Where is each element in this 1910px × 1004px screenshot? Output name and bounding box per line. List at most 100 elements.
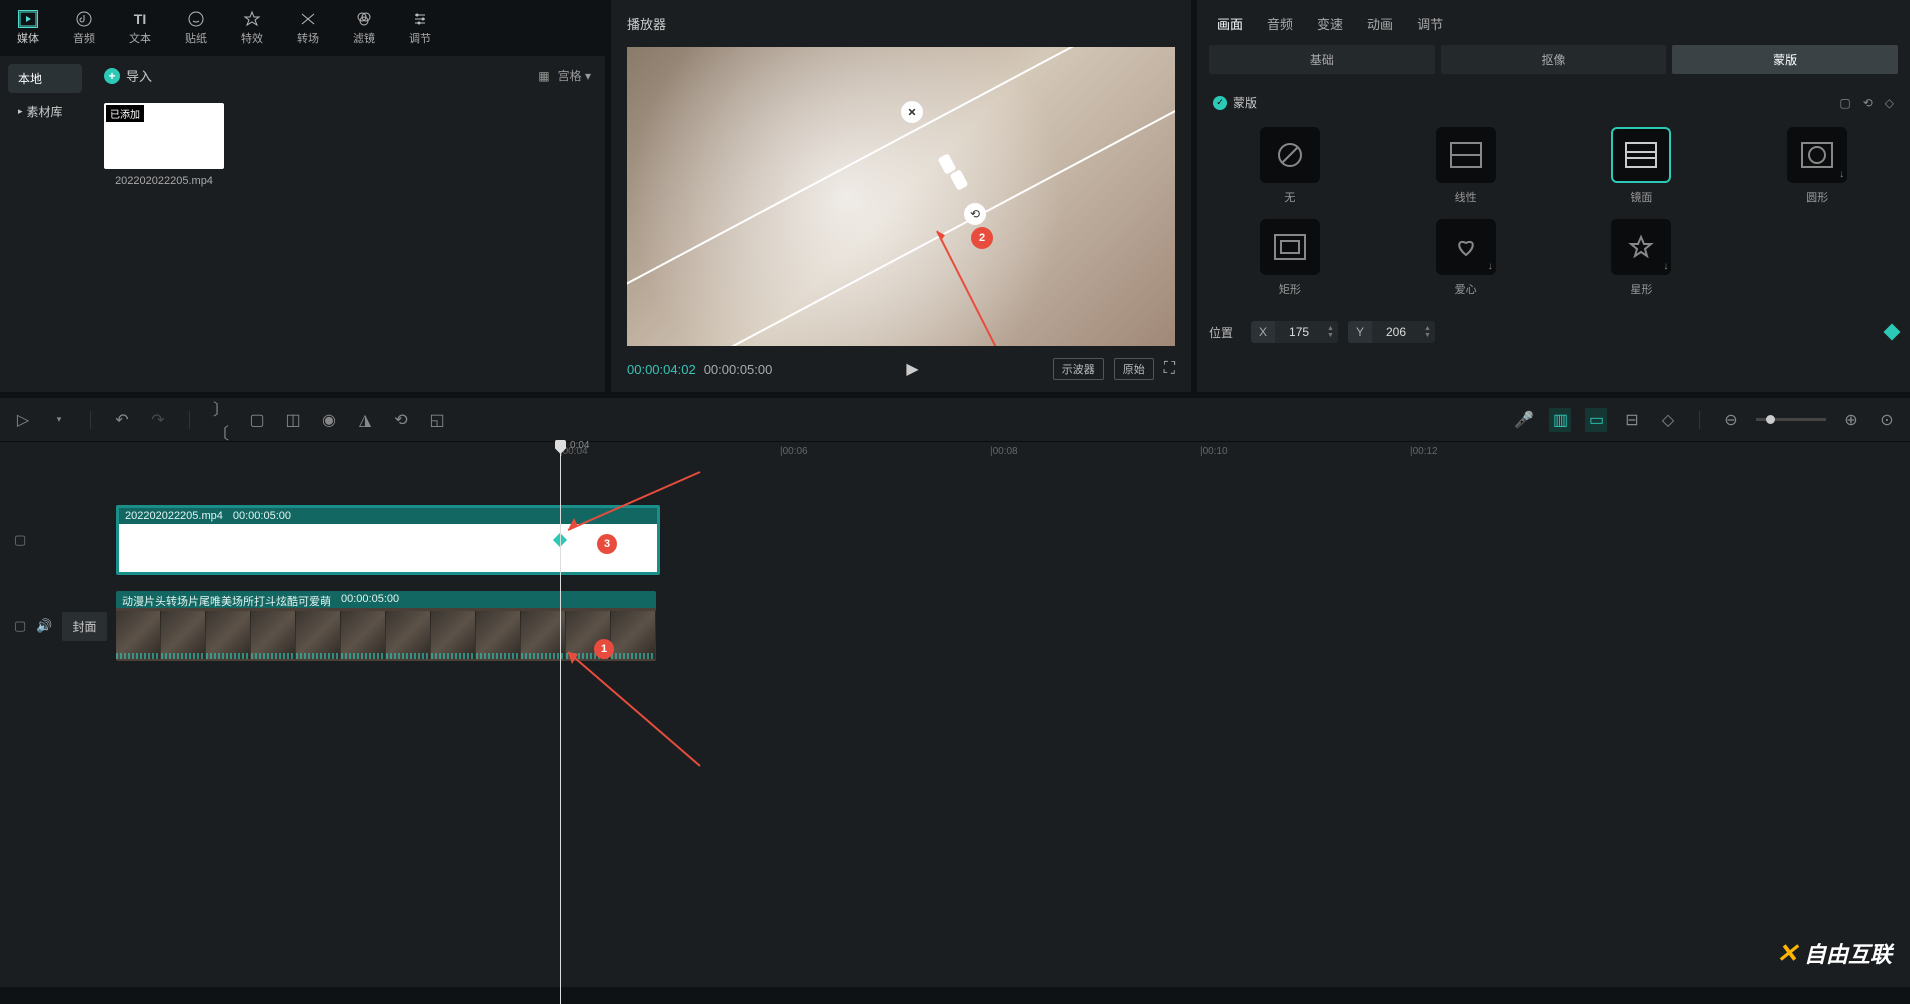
- keyframe-toggle[interactable]: [1884, 324, 1901, 341]
- select-mode-chevron[interactable]: ▾: [48, 414, 70, 425]
- main-clip[interactable]: 动漫片头转场片尾唯美场所打斗炫酷可爱萌 00:00:05:00 1: [116, 591, 656, 661]
- mask-edge-line[interactable]: [627, 47, 1175, 319]
- mask-section-title: 蒙版: [1233, 94, 1257, 111]
- adjust-icon: [410, 10, 430, 28]
- oscilloscope-button[interactable]: 示波器: [1053, 358, 1104, 380]
- mute-icon[interactable]: 🔊: [36, 618, 52, 634]
- sub-tab-mask[interactable]: 蒙版: [1672, 45, 1898, 74]
- sticker-icon: [186, 10, 206, 28]
- fullscreen-icon[interactable]: ⛶: [1164, 360, 1175, 378]
- filter-icon: [354, 10, 374, 28]
- media-filename: 202202022205.mp4: [104, 175, 224, 187]
- zoom-out-icon[interactable]: ⊖: [1720, 410, 1742, 430]
- mask-circle[interactable]: ↓: [1787, 127, 1847, 183]
- prop-tab-adjust[interactable]: 调节: [1417, 14, 1443, 33]
- grid-view-icon[interactable]: ▦: [538, 69, 549, 83]
- mask-mirror[interactable]: [1611, 127, 1671, 183]
- prop-tab-animation[interactable]: 动画: [1367, 14, 1393, 33]
- properties-panel: 画面 音频 变速 动画 调节 基础 抠像 蒙版 ✓ 蒙版 ▢ ⟲ ◇: [1197, 0, 1910, 392]
- module-tabs: 媒体 音频 TI 文本 贴纸 特效 转场: [0, 0, 605, 56]
- clip-name: 动漫片头转场片尾唯美场所打斗炫酷可爱萌: [122, 593, 331, 609]
- text-icon: TI: [130, 10, 150, 28]
- delete-tool[interactable]: ▢: [246, 410, 268, 430]
- playhead[interactable]: 0:04: [560, 442, 561, 1004]
- mask-linear[interactable]: [1436, 127, 1496, 183]
- crop-left-tool[interactable]: ◫: [282, 410, 304, 430]
- zoom-in-icon[interactable]: ⊕: [1840, 410, 1862, 430]
- media-area: + 导入 ▦ 宫格 ▾ 已添加 202202022205.mp4: [90, 56, 605, 392]
- download-icon: ↓: [1663, 261, 1668, 272]
- play-button[interactable]: ▶: [906, 361, 918, 378]
- mask-star[interactable]: ↓: [1611, 219, 1671, 275]
- rotate-tool[interactable]: ⟲: [390, 410, 412, 430]
- tab-media[interactable]: 媒体: [0, 0, 56, 56]
- clip-name: 202202022205.mp4: [125, 510, 223, 522]
- mask-edge-line[interactable]: [627, 76, 1175, 346]
- import-button[interactable]: + 导入: [104, 66, 152, 85]
- keyframe-icon[interactable]: ◇: [1885, 96, 1894, 110]
- player-viewport[interactable]: ⟲ 2: [627, 47, 1175, 346]
- clip-duration: 00:00:05:00: [233, 510, 291, 522]
- mirror-tool[interactable]: ◮: [354, 410, 376, 430]
- media-item[interactable]: 已添加 202202022205.mp4: [104, 103, 224, 187]
- tab-audio[interactable]: 音频: [56, 0, 112, 56]
- link-icon[interactable]: ⊟: [1621, 410, 1643, 430]
- tab-text[interactable]: TI 文本: [112, 0, 168, 56]
- magnet-main-icon[interactable]: ▥: [1549, 408, 1571, 432]
- mask-handle[interactable]: [949, 169, 968, 191]
- annotation-arrow: [560, 644, 720, 774]
- mask-enabled-check[interactable]: ✓: [1213, 96, 1227, 110]
- mic-icon[interactable]: 🎤: [1513, 410, 1535, 430]
- prop-tab-speed[interactable]: 变速: [1317, 14, 1343, 33]
- zoom-fit-icon[interactable]: ⊙: [1876, 410, 1898, 430]
- sidebar-item-library[interactable]: ▸ 素材库: [8, 97, 82, 126]
- tracks-area: ▢ 202202022205.mp4 00:00:05:00 3 ▢ 🔊 封面 …: [0, 464, 1910, 987]
- timeline-toolbar: ▷ ▾ ↶ ↷ 〕〔 ▢ ◫ ◉ ◮ ⟲ ◱ 🎤 ▥ ▭ ⊟ ◇ ⊖ ⊕ ⊙: [0, 398, 1910, 442]
- transition-icon: [298, 10, 318, 28]
- mask-none[interactable]: [1260, 127, 1320, 183]
- split-tool[interactable]: 〕〔: [210, 396, 232, 444]
- download-icon: ↓: [1839, 169, 1844, 180]
- tab-adjust[interactable]: 调节: [392, 0, 448, 56]
- position-y-input[interactable]: Y206▲▼: [1348, 321, 1435, 343]
- chevron-right-icon: ▸: [18, 106, 23, 117]
- annotation-badge-3: 3: [597, 534, 617, 554]
- cover-button[interactable]: 封面: [62, 612, 106, 641]
- prop-tab-audio[interactable]: 音频: [1267, 14, 1293, 33]
- tab-sticker[interactable]: 贴纸: [168, 0, 224, 56]
- preview-icon[interactable]: ◇: [1657, 410, 1679, 430]
- zoom-slider[interactable]: [1756, 418, 1826, 421]
- sub-tab-cutout[interactable]: 抠像: [1441, 45, 1667, 74]
- media-thumbnail: 已添加: [104, 103, 224, 169]
- tab-transition[interactable]: 转场: [280, 0, 336, 56]
- redo-button[interactable]: ↷: [147, 410, 169, 430]
- player-title: 播放器: [611, 0, 1191, 47]
- prop-tab-canvas[interactable]: 画面: [1217, 14, 1243, 33]
- original-ratio-button[interactable]: 原始: [1114, 358, 1154, 380]
- track-toggle-icon[interactable]: ▢: [14, 532, 26, 548]
- timeline-ruler[interactable]: 0:04 |00:04 |00:06 |00:08 |00:10 |00:12: [0, 442, 1910, 464]
- magnet-track-icon[interactable]: ▭: [1585, 408, 1607, 432]
- select-tool[interactable]: ▷: [12, 410, 34, 430]
- mask-rect[interactable]: [1260, 219, 1320, 275]
- crop-tool[interactable]: ◱: [426, 410, 448, 430]
- freeze-tool[interactable]: ◉: [318, 410, 340, 430]
- position-x-input[interactable]: X175▲▼: [1251, 321, 1338, 343]
- track-toggle-icon[interactable]: ▢: [14, 618, 26, 634]
- overlay-clip[interactable]: 202202022205.mp4 00:00:05:00 3: [116, 505, 660, 575]
- reset-mask-icon[interactable]: ⟲: [1863, 96, 1873, 110]
- watermark: ✕自由互联: [1776, 937, 1892, 969]
- mask-heart[interactable]: ↓: [1436, 219, 1496, 275]
- tab-filter[interactable]: 滤镜: [336, 0, 392, 56]
- timeline-panel: ▷ ▾ ↶ ↷ 〕〔 ▢ ◫ ◉ ◮ ⟲ ◱ 🎤 ▥ ▭ ⊟ ◇ ⊖ ⊕ ⊙ 0…: [0, 398, 1910, 987]
- corner-handle[interactable]: [901, 101, 923, 123]
- view-mode-dropdown[interactable]: 宫格 ▾: [558, 67, 591, 84]
- rotate-handle[interactable]: ⟲: [964, 203, 986, 225]
- edit-mask-icon[interactable]: ▢: [1839, 96, 1850, 110]
- sub-tab-basic[interactable]: 基础: [1209, 45, 1435, 74]
- media-sidebar: 本地 ▸ 素材库: [0, 56, 90, 392]
- sidebar-item-local[interactable]: 本地: [8, 64, 82, 93]
- undo-button[interactable]: ↶: [111, 410, 133, 430]
- plus-icon: +: [104, 68, 120, 84]
- tab-effects[interactable]: 特效: [224, 0, 280, 56]
